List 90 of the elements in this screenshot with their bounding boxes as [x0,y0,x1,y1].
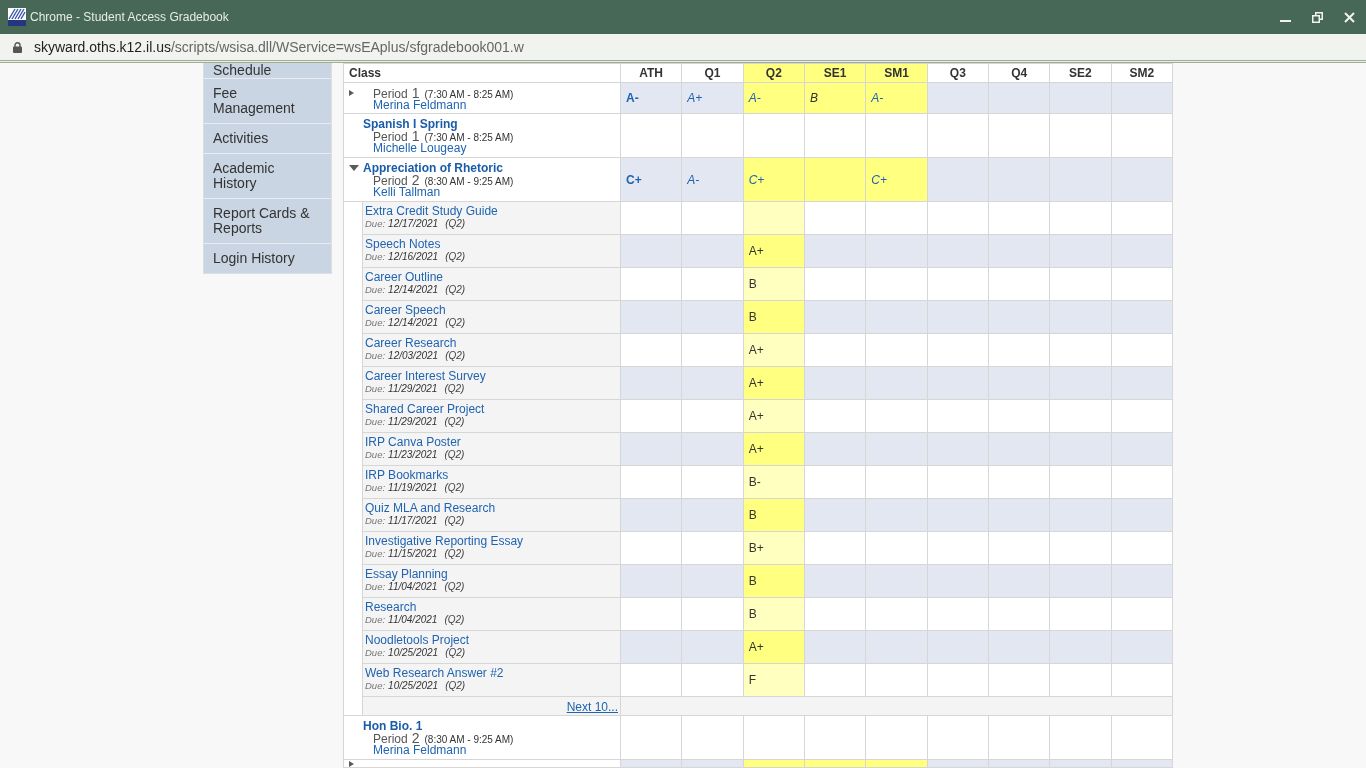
column-header: ATH [620,63,682,83]
column-header: SE1 [804,63,866,83]
grade-cell: B [743,597,805,631]
grade-cell: A+ [743,234,805,268]
assignment-link[interactable]: Extra Credit Study Guide [365,205,618,218]
assignment-link[interactable]: IRP Bookmarks [365,469,618,482]
period-text: Period 1 (7:30 AM - 8:25 AM) [373,87,514,99]
close-icon[interactable] [1344,11,1355,23]
assignment-link[interactable]: Essay Planning [365,568,618,581]
due-date: Due: 11/29/2021 (Q2) [365,383,466,395]
assignment-link[interactable]: IRP Canva Poster [365,436,618,449]
lock-icon [13,41,22,53]
due-date: Due: 10/25/2021 (Q2) [365,647,467,659]
grade-cell: A+ [743,630,805,664]
column-header: SM2 [1111,63,1173,83]
sidebar-item[interactable]: Login History [204,244,331,273]
sidebar-item[interactable]: Report Cards & Reports [204,199,331,243]
column-header: SM1 [865,63,928,83]
grade-cell: B+ [743,531,805,565]
url-text[interactable]: skyward.oths.k12.il.us/scripts/wsisa.dll/WService=wsEAplus/sfgradebook001.w [34,39,524,55]
grade-cell: B [743,300,805,334]
period-text: Period 1 (7:30 AM - 8:25 AM) [373,130,514,142]
due-date: Due: 10/25/2021 (Q2) [365,680,467,692]
teacher-link[interactable]: Kelli Tallman [373,186,441,198]
grade-cell: B- [743,465,805,499]
sidebar-item[interactable]: Schedule [204,63,331,78]
due-date: Due: 12/14/2021 (Q2) [365,284,467,296]
assignment-link[interactable]: Career Research [365,337,618,350]
teacher-link[interactable]: Michelle Lougeay [373,142,467,154]
sidebar-item[interactable]: Academic History [204,154,331,198]
due-date: Due: 12/03/2021 (Q2) [365,350,467,362]
class-name-link[interactable]: Hon Bio. 1 [363,720,423,732]
column-header: Q4 [988,63,1050,83]
due-date: Due: 12/14/2021 (Q2) [365,317,467,329]
grade-cell[interactable]: C+ [743,157,805,202]
assignment-link[interactable]: Career Interest Survey [365,370,618,383]
period-text: Period 2 (8:30 AM - 9:25 AM) [373,174,514,186]
next-link[interactable]: Next 10... [566,700,618,714]
column-header: SE2 [1049,63,1112,83]
due-date: Due: 11/23/2021 (Q2) [365,449,466,461]
grade-cell: A+ [743,399,805,433]
teacher-link[interactable]: Merina Feldmann [373,99,467,111]
caret-icon[interactable] [349,165,359,171]
sidebar-item[interactable]: Activities [204,124,331,153]
caret-icon[interactable] [349,90,354,96]
grade-cell[interactable]: A- [620,82,682,114]
window-title: Chrome - Student Access Gradebook [30,10,229,24]
due-date: Due: 11/17/2021 (Q2) [365,515,466,527]
assignment-link[interactable]: Investigative Reporting Essay [365,535,618,548]
column-header: Q3 [927,63,989,83]
grade-cell: B [743,498,805,532]
class-name-link[interactable]: Appreciation of Rhetoric [363,162,503,174]
due-date: Due: 12/16/2021 (Q2) [365,251,467,263]
assignment-link[interactable]: Shared Career Project [365,403,618,416]
assignment-link[interactable]: Career Speech [365,304,618,317]
column-header: Class [343,63,621,83]
grade-cell[interactable]: C+ [620,157,682,202]
teacher-link[interactable]: Merina Feldmann [373,744,467,756]
grade-cell: B [804,82,866,114]
grade-cell[interactable]: A- [681,157,744,202]
due-date: Due: 12/17/2021 (Q2) [365,218,467,230]
grade-cell[interactable]: C+ [865,157,928,202]
grade-cell[interactable]: A- [743,82,805,114]
grade-cell[interactable]: A+ [681,82,744,114]
due-date: Due: 11/19/2021 (Q2) [365,482,466,494]
due-date: Due: 11/15/2021 (Q2) [365,548,466,560]
sidebar-item[interactable]: Fee Management [204,79,331,123]
assignment-link[interactable]: Career Outline [365,271,618,284]
grade-cell: F [743,663,805,697]
assignment-link[interactable]: Speech Notes [365,238,618,251]
restore-icon[interactable] [1312,11,1323,23]
grade-cell: B [743,267,805,301]
due-date: Due: 11/04/2021 (Q2) [365,614,466,626]
logo-icon [8,8,26,26]
grade-cell: A+ [743,432,805,466]
caret-icon[interactable] [349,761,354,767]
grade-cell: A+ [743,333,805,367]
class-name-link[interactable]: Spanish I Spring [363,118,458,130]
column-header: Q1 [681,63,744,83]
assignment-link[interactable]: Web Research Answer #2 [365,667,618,680]
column-header: Q2 [743,63,805,83]
due-date: Due: 11/04/2021 (Q2) [365,581,466,593]
grade-cell: A+ [743,366,805,400]
assignment-link[interactable]: Quiz MLA and Research [365,502,618,515]
grade-cell: B [743,564,805,598]
period-text: Period 2 (8:30 AM - 9:25 AM) [373,732,514,744]
assignment-link[interactable]: Research [365,601,618,614]
due-date: Due: 11/29/2021 (Q2) [365,416,466,428]
grade-cell[interactable]: A- [865,82,928,114]
assignment-link[interactable]: Noodletools Project [365,634,618,647]
